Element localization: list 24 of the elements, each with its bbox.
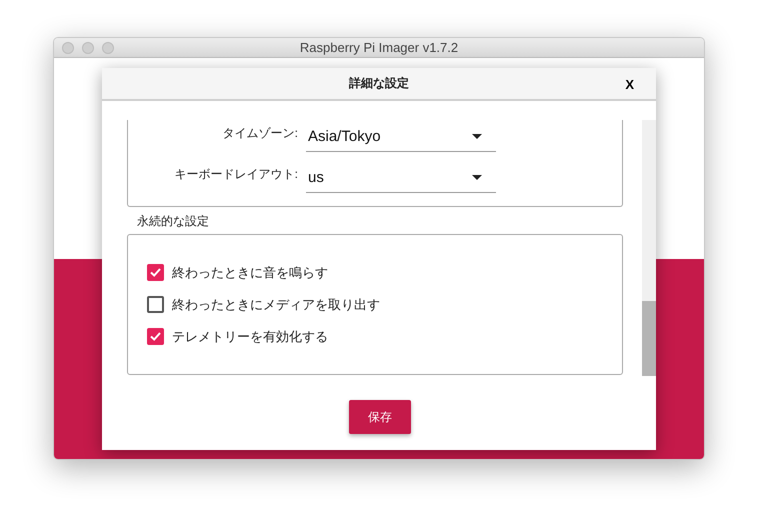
checkbox[interactable] [147, 328, 164, 345]
checkbox-option[interactable]: 終わったときに音を鳴らす [147, 264, 328, 282]
checkbox-option[interactable]: テレメトリーを有効化する [147, 328, 328, 346]
dropdown[interactable]: Asia/Tokyo [306, 122, 496, 152]
save-button[interactable]: 保存 [349, 400, 411, 434]
field-label: キーボードレイアウト: [174, 166, 298, 183]
scrollbar[interactable] [642, 120, 656, 376]
dropdown[interactable]: us [306, 163, 496, 193]
checkbox[interactable] [147, 296, 164, 313]
close-button[interactable]: X [621, 75, 638, 94]
minimize-window-icon[interactable] [82, 42, 94, 54]
field-label: タイムゾーン: [222, 125, 298, 142]
checkmark-icon [149, 266, 162, 279]
checkbox-option[interactable]: 終わったときにメディアを取り出す [147, 296, 380, 314]
close-window-icon[interactable] [62, 42, 74, 54]
checkbox[interactable] [147, 264, 164, 281]
section-title: 永続的な設定 [137, 213, 209, 230]
dialog-title: 詳細な設定 [349, 75, 409, 92]
zoom-window-icon[interactable] [102, 42, 114, 54]
caret-icon [472, 134, 482, 139]
scrollbar-thumb[interactable] [642, 301, 656, 376]
caret-icon [472, 175, 482, 180]
window-title: Raspberry Pi Imager v1.7.2 [300, 40, 458, 55]
checkmark-icon [149, 330, 162, 343]
